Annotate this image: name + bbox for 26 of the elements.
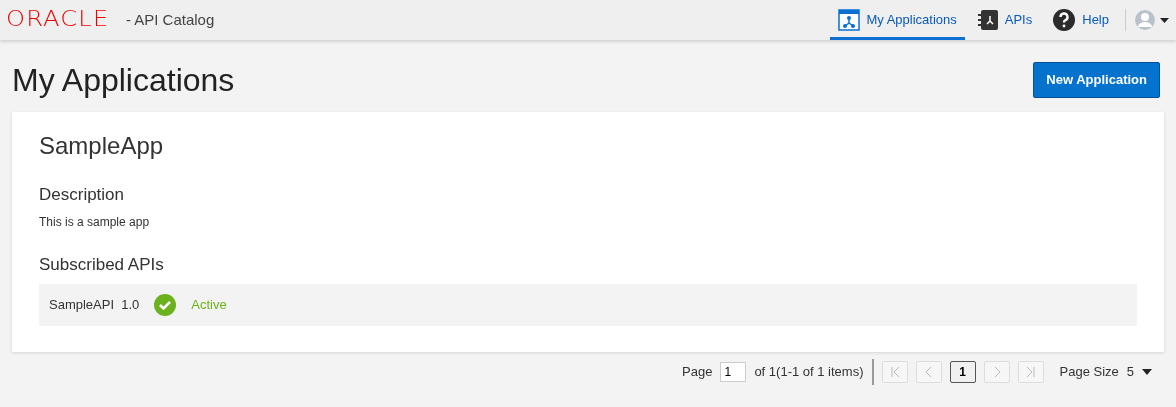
app-network-icon [838,9,861,31]
page-input[interactable]: 1 [720,361,747,382]
avatar-menu-icon[interactable] [1134,8,1170,32]
last-page-icon [1024,365,1037,378]
section-heading: Description [39,184,126,206]
new-application-button[interactable]: New Application [1033,62,1160,98]
dropdown-caret-icon[interactable] [1142,368,1152,375]
page-number-button[interactable]: 1 [949,360,976,383]
nav-tab[interactable]: Help [1044,3,1117,40]
help-icon [1052,8,1077,32]
page-summary: of 1(1-1 of 1 items) [754,362,864,381]
description-text: This is a sample app [39,214,151,232]
api-name: SampleAPI 1.0 [49,295,140,314]
page-size-label: Page Size [1059,362,1119,381]
nav-tab[interactable]: APIs [968,3,1041,40]
api-book-icon [976,9,999,31]
page-label: Page [682,362,713,381]
page-size-value: 5 [1126,362,1134,381]
nav-tab[interactable]: My Applications [830,3,965,40]
oracle-logo: ORACLE [6,6,110,34]
page-title: My Applications [12,60,235,100]
first-page-icon [888,365,901,378]
application-name: SampleApp [39,132,165,161]
app-title: - API Catalog [125,9,215,30]
section-heading: Subscribed APIs [39,255,165,276]
status-text: Active [191,295,227,314]
